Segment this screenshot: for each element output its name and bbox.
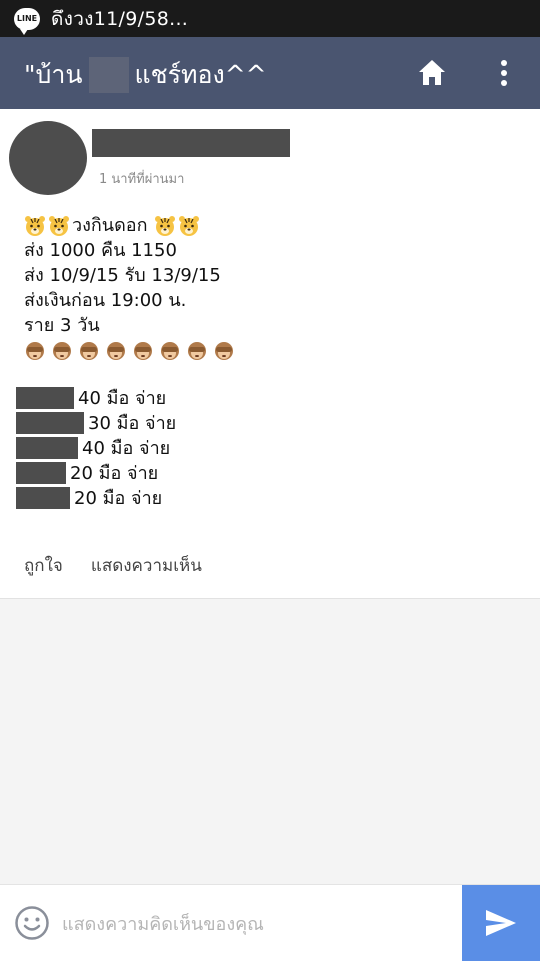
monkey-emoji-row (24, 340, 237, 362)
post-heading-text: วงกินดอก (72, 215, 148, 236)
post-card: 1 นาทีที่ผ่านมา วงกินดอก ส่ง 1000 คืน 11… (0, 109, 540, 599)
line-app-icon: LINE (14, 7, 40, 35)
payment-text: 20 มือ จ่าย (74, 488, 163, 509)
smiley-icon (15, 906, 49, 940)
see-no-evil-monkey-icon (161, 342, 179, 360)
title-prefix: "บ้าน (24, 60, 83, 89)
post-line: ส่ง 10/9/15 รับ 13/9/15 (24, 265, 221, 286)
payment-row: 40 มือ จ่าย (16, 435, 176, 460)
title-redaction (88, 57, 129, 93)
post-line: ส่งเงินก่อน 19:00 น. (24, 290, 187, 311)
payment-row: 30 มือ จ่าย (16, 410, 176, 435)
like-button[interactable]: ถูกใจ (24, 552, 63, 579)
see-no-evil-monkey-icon (134, 342, 152, 360)
title-suffix: แชร์ทอง^^ (134, 60, 267, 89)
name-redaction (16, 436, 78, 459)
post-line: ราย 3 วัน (24, 315, 100, 336)
page-title: "บ้าน แชร์ทอง^^ (24, 55, 267, 95)
post-timestamp: 1 นาทีที่ผ่านมา (99, 172, 185, 187)
more-options-button[interactable] (494, 57, 514, 89)
send-button[interactable] (462, 885, 540, 961)
see-no-evil-monkey-icon (80, 342, 98, 360)
post-body: วงกินดอก ส่ง 1000 คืน 1150 ส่ง 10/9/15 ร… (24, 213, 237, 362)
tiger-face-icon (25, 215, 45, 236)
tiger-face-icon (178, 215, 199, 236)
home-button[interactable] (416, 57, 448, 89)
payment-list: 40 มือ จ่าย 30 มือ จ่าย 40 มือ จ่าย 20 ม… (16, 385, 176, 510)
emoji-picker-button[interactable] (14, 905, 50, 941)
post-heading-line: วงกินดอก (24, 213, 237, 238)
see-no-evil-monkey-icon (26, 342, 44, 360)
see-no-evil-monkey-icon (188, 342, 206, 360)
name-redaction (16, 411, 84, 434)
post-line: ส่ง 1000 คืน 1150 (24, 240, 177, 261)
post-actions: ถูกใจ แสดงความเห็น (24, 552, 202, 579)
name-redaction (16, 461, 66, 484)
send-icon (486, 910, 516, 936)
see-no-evil-monkey-icon (107, 342, 125, 360)
comment-input[interactable] (60, 903, 454, 945)
app-bar: "บ้าน แชร์ทอง^^ (0, 37, 540, 109)
more-vert-icon (501, 60, 507, 86)
tiger-face-icon (49, 215, 69, 236)
name-redaction (16, 486, 70, 509)
name-redaction (16, 386, 74, 409)
notification-text: ดึงวง11/9/58... (51, 7, 189, 30)
tiger-face-icon (154, 215, 175, 236)
see-no-evil-monkey-icon (53, 342, 71, 360)
comment-button[interactable]: แสดงความเห็น (91, 552, 202, 579)
payment-row: 40 มือ จ่าย (16, 385, 176, 410)
comment-composer (0, 884, 540, 961)
payment-row: 20 มือ จ่าย (16, 460, 176, 485)
payment-row: 20 มือ จ่าย (16, 485, 176, 510)
status-bar: LINE ดึงวง11/9/58... (0, 0, 540, 37)
avatar[interactable] (9, 121, 87, 195)
home-icon (419, 60, 445, 85)
see-no-evil-monkey-icon (215, 342, 233, 360)
author-name-redaction (92, 129, 290, 157)
line-app-icon-label: LINE (16, 14, 38, 23)
